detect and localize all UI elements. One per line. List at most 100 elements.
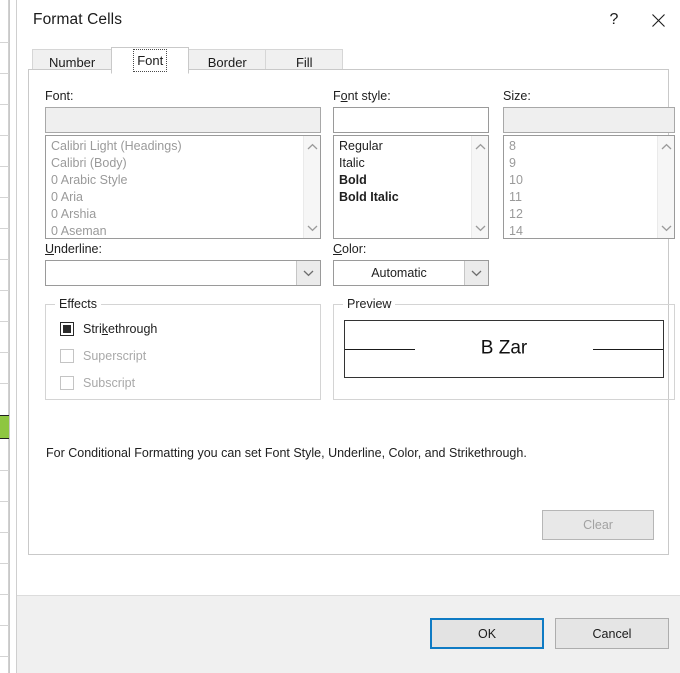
font-style-label: Font style:	[333, 89, 391, 103]
excel-gridline	[0, 594, 9, 595]
list-item[interactable]: 0 Arabic Style	[46, 172, 320, 189]
list-item[interactable]: 14	[504, 223, 674, 238]
tab-fill-label: Fill	[295, 54, 313, 70]
cancel-button[interactable]: Cancel	[555, 618, 669, 649]
underline-field-group: Underline:	[45, 242, 321, 286]
color-select[interactable]: Automatic	[333, 260, 489, 286]
font-list-scrollbar[interactable]	[303, 136, 320, 238]
subscript-checkbox[interactable]: Subscript	[60, 376, 320, 390]
font-list[interactable]: Calibri Light (Headings) Calibri (Body) …	[45, 135, 321, 239]
list-item[interactable]: Regular	[334, 138, 488, 155]
list-item[interactable]: 9	[504, 155, 674, 172]
chevron-down-icon[interactable]	[296, 261, 320, 285]
dialog-footer: OK Cancel	[17, 595, 680, 673]
superscript-label: Superscript	[83, 349, 147, 363]
excel-gridline	[0, 135, 9, 136]
excel-gridline	[0, 197, 9, 198]
list-item[interactable]: 11	[504, 189, 674, 206]
checkbox-unchecked-icon	[60, 376, 74, 390]
excel-gridline	[0, 228, 9, 229]
excel-gridline	[0, 321, 9, 322]
font-style-list-scrollbar[interactable]	[471, 136, 488, 238]
preview-sample-text: B Zar	[480, 337, 528, 359]
font-field-group: Font: Calibri Light (Headings) Calibri (…	[45, 89, 321, 239]
excel-gridline	[0, 470, 9, 471]
chevron-up-icon[interactable]	[304, 138, 320, 155]
excel-gridline	[0, 352, 9, 353]
excel-row-gutter	[0, 0, 9, 673]
color-label: Color:	[333, 242, 367, 256]
size-label: Size:	[503, 89, 531, 103]
preview-group: Preview B Zar	[333, 297, 675, 400]
chevron-up-icon[interactable]	[658, 138, 674, 155]
font-style-list[interactable]: Regular Italic Bold Bold Italic	[333, 135, 489, 239]
list-item[interactable]: 0 Arshia	[46, 206, 320, 223]
excel-gridline	[0, 166, 9, 167]
excel-backdrop	[0, 0, 16, 673]
font-style-field-group: Font style: Regular Italic Bold Bold Ita…	[333, 89, 489, 239]
list-item[interactable]: 0 Aria	[46, 189, 320, 206]
excel-gridline	[0, 259, 9, 260]
ok-button[interactable]: OK	[430, 618, 544, 649]
clear-button[interactable]: Clear	[542, 510, 654, 540]
help-icon[interactable]: ?	[592, 0, 636, 40]
close-icon[interactable]	[636, 0, 680, 40]
font-style-input[interactable]	[333, 107, 489, 133]
excel-gridline	[0, 532, 9, 533]
list-item[interactable]: Calibri (Body)	[46, 155, 320, 172]
excel-selected-cell[interactable]	[0, 415, 9, 439]
preview-box: B Zar	[344, 320, 664, 378]
list-item[interactable]: 0 Aseman	[46, 223, 320, 238]
superscript-checkbox[interactable]: Superscript	[60, 349, 320, 363]
effects-group-title: Effects	[55, 297, 101, 311]
strikethrough-label: Strikethrough	[83, 322, 158, 336]
checkbox-unchecked-icon	[60, 349, 74, 363]
chevron-down-icon[interactable]	[304, 219, 320, 236]
size-field-group: Size: 8 9 10 11 12 14	[503, 89, 675, 239]
effects-group: Effects Strikethrough Superscript Subscr…	[45, 297, 321, 400]
size-list[interactable]: 8 9 10 11 12 14	[503, 135, 675, 239]
subscript-label: Subscript	[83, 376, 136, 390]
chevron-up-icon[interactable]	[472, 138, 488, 155]
tab-font-label: Font	[133, 49, 168, 72]
excel-gridline	[0, 290, 9, 291]
checkbox-mixed-icon	[60, 322, 74, 336]
size-list-scrollbar[interactable]	[657, 136, 674, 238]
list-item[interactable]: Bold Italic	[334, 189, 488, 206]
list-item[interactable]: 10	[504, 172, 674, 189]
chevron-down-icon[interactable]	[464, 261, 488, 285]
tab-font[interactable]: Font	[111, 47, 190, 74]
font-tab-pane: Font: Calibri Light (Headings) Calibri (…	[28, 69, 675, 555]
description-text: For Conditional Formatting you can set F…	[46, 446, 527, 460]
color-field-group: Color: Automatic	[333, 242, 489, 286]
dialog-titlebar: Format Cells ?	[17, 0, 680, 40]
excel-gridline	[0, 104, 9, 105]
tab-number-label: Number	[49, 54, 96, 70]
preview-group-title: Preview	[343, 297, 396, 311]
strikethrough-checkbox[interactable]: Strikethrough	[60, 322, 320, 336]
excel-gridline	[0, 73, 9, 74]
format-cells-dialog: Format Cells ? Number Font Border Fill F	[16, 0, 680, 673]
tab-border-label: Border	[207, 54, 247, 70]
underline-select[interactable]	[45, 260, 321, 286]
font-label: Font:	[45, 89, 74, 103]
chevron-down-icon[interactable]	[472, 219, 488, 236]
size-input[interactable]	[503, 107, 675, 133]
excel-gridline	[0, 563, 9, 564]
titlebar-buttons: ?	[592, 0, 680, 40]
list-item[interactable]: Calibri Light (Headings)	[46, 138, 320, 155]
underline-label: Underline:	[45, 242, 102, 256]
excel-gridline	[0, 42, 9, 43]
excel-column-divider	[9, 0, 10, 673]
excel-gridline	[0, 656, 9, 657]
chevron-down-icon[interactable]	[658, 219, 674, 236]
font-name-input[interactable]	[45, 107, 321, 133]
color-value: Automatic	[371, 266, 427, 280]
list-item[interactable]: 12	[504, 206, 674, 223]
excel-gridline	[0, 501, 9, 502]
list-item[interactable]: Italic	[334, 155, 488, 172]
list-item[interactable]: 8	[504, 138, 674, 155]
dialog-title: Format Cells	[33, 11, 123, 28]
excel-gridline	[0, 625, 9, 626]
list-item[interactable]: Bold	[334, 172, 488, 189]
